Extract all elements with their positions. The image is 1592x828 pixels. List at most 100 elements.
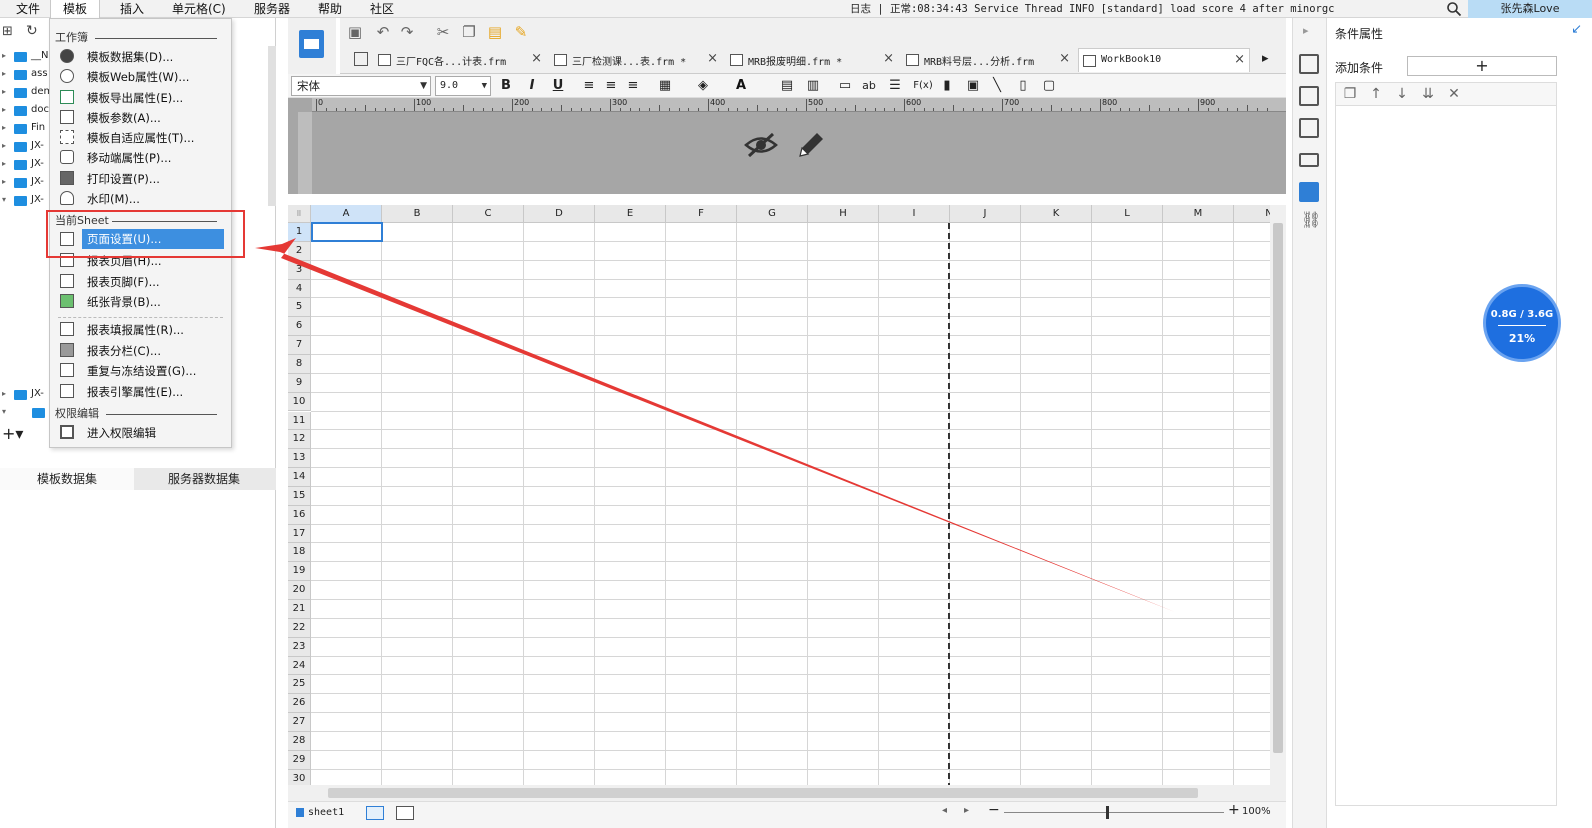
add-condition-button[interactable]: +	[1407, 56, 1557, 76]
grid-icon[interactable]	[354, 52, 368, 66]
border-icon[interactable]: ▦	[656, 77, 674, 95]
menu-report-columns[interactable]: 报表分栏(C)...	[54, 340, 226, 360]
file-tab[interactable]: 三厂检测课...表.frm * ×	[550, 48, 722, 72]
row-header[interactable]: 20	[288, 581, 311, 600]
align-right-icon[interactable]: ≡	[624, 77, 642, 95]
column-header[interactable]: K	[1021, 205, 1092, 223]
fill-color-icon[interactable]: ◈	[694, 77, 712, 95]
row-header[interactable]: 3	[288, 260, 311, 280]
row-header[interactable]: 8	[288, 354, 311, 374]
menu-watermark[interactable]: 水印(M)...	[54, 188, 226, 208]
tree-item[interactable]: ▸ JX-	[0, 174, 50, 192]
row-header[interactable]: 5	[288, 298, 311, 318]
redo-icon[interactable]: ↷	[398, 23, 416, 41]
zoom-in-icon[interactable]: +	[1228, 802, 1240, 818]
scroll-thumb[interactable]	[328, 788, 1198, 798]
cell-attr-icon[interactable]	[1299, 54, 1319, 74]
selected-cell[interactable]	[311, 222, 383, 242]
merge-icon[interactable]: ▤	[778, 77, 796, 95]
tree-item[interactable]: ▸ JX-	[0, 156, 50, 174]
sort-icon[interactable]: ⇊	[1418, 84, 1438, 104]
menu-report-fill[interactable]: 报表填报属性(R)...	[54, 319, 226, 339]
menu-template[interactable]: 模板	[50, 0, 100, 18]
more-icon[interactable]: ▢	[1040, 77, 1058, 95]
zoom-slider[interactable]	[1004, 812, 1224, 813]
format-painter-icon[interactable]: ✎	[512, 23, 530, 41]
tab-template-dataset[interactable]: 模板数据集	[0, 468, 134, 490]
row-header[interactable]: 14	[288, 468, 311, 487]
row-header[interactable]: 4	[288, 279, 311, 299]
row-header[interactable]: 24	[288, 656, 311, 676]
underline-button[interactable]: U	[549, 77, 567, 95]
scroll-right-icon[interactable]: ▸	[964, 805, 969, 816]
menu-template-web[interactable]: 模板Web属性(W)...	[54, 66, 226, 86]
hyperlink-icon[interactable]: ⛓	[1301, 210, 1321, 229]
tree-item[interactable]: ▾	[0, 404, 50, 422]
font-select[interactable]: 宋体 ▼	[291, 76, 431, 96]
tree-item[interactable]: ▸ doc	[0, 102, 50, 120]
save-icon[interactable]: ▣	[346, 23, 364, 41]
row-header[interactable]: 10	[288, 392, 311, 412]
menu-template-params[interactable]: 模板参数(A)...	[54, 107, 226, 127]
close-icon[interactable]: ×	[1234, 52, 1245, 67]
undo-icon[interactable]: ↶	[374, 23, 392, 41]
column-header[interactable]: G	[737, 205, 808, 223]
picture-icon[interactable]: ▣	[964, 77, 982, 95]
row-header[interactable]: 23	[288, 637, 311, 657]
menu-cell[interactable]: 单元格(C)	[164, 0, 234, 18]
tab-server-dataset[interactable]: 服务器数据集	[134, 468, 274, 490]
add-form-sheet-icon[interactable]	[396, 806, 414, 820]
align-center-icon[interactable]: ≡	[602, 77, 620, 95]
column-header[interactable]: A	[311, 205, 382, 223]
horizontal-scrollbar[interactable]	[288, 785, 1286, 801]
paste-icon[interactable]: ▤	[486, 23, 504, 41]
menu-template-export[interactable]: 模板导出属性(E)...	[54, 87, 226, 107]
widget-icon[interactable]: ▯	[1014, 77, 1032, 95]
edit-pencil-icon[interactable]	[796, 130, 826, 160]
row-header[interactable]: 28	[288, 731, 311, 751]
font-size-select[interactable]: 9.0 ▼	[435, 76, 491, 96]
user-name[interactable]: 张先森Love	[1468, 0, 1592, 18]
move-down-icon[interactable]: ↓	[1392, 84, 1412, 104]
column-header[interactable]: C	[453, 205, 524, 223]
close-icon[interactable]: ×	[883, 51, 894, 66]
slash-icon[interactable]: ╲	[988, 77, 1006, 95]
column-header[interactable]: M	[1163, 205, 1234, 223]
close-icon[interactable]: ×	[531, 51, 542, 66]
menu-help[interactable]: 帮助	[310, 0, 350, 18]
tree-item[interactable]: ▸ ass	[0, 66, 50, 84]
row-header[interactable]: 18	[288, 543, 311, 563]
row-header[interactable]: 16	[288, 505, 311, 525]
row-header[interactable]: 12	[288, 430, 311, 450]
delete-icon[interactable]: ✕	[1444, 84, 1464, 104]
menu-print-settings[interactable]: 打印设置(P)...	[54, 168, 226, 188]
tab-menu-icon[interactable]: ▸	[1262, 51, 1269, 66]
copy-icon[interactable]: ❐	[1340, 84, 1360, 104]
condition-list[interactable]	[1335, 106, 1557, 806]
menu-server[interactable]: 服务器	[246, 0, 298, 18]
border-frame-icon[interactable]	[1299, 118, 1319, 138]
add-icon[interactable]: +▾	[2, 424, 23, 443]
tree-scrollbar[interactable]	[268, 46, 276, 206]
row-header[interactable]: 1	[288, 223, 311, 242]
new-folder-icon[interactable]: ⊞	[2, 24, 13, 39]
scroll-left-icon[interactable]: ◂	[942, 805, 947, 816]
tree-item[interactable]: ▸ JX-	[0, 386, 50, 404]
row-header[interactable]: 27	[288, 713, 311, 732]
search-icon[interactable]	[1446, 1, 1462, 17]
row-header[interactable]: 2	[288, 241, 311, 261]
bold-button[interactable]: B	[497, 77, 515, 95]
condition-attr-icon[interactable]	[1299, 182, 1319, 202]
hide-eye-icon[interactable]	[744, 132, 778, 158]
menu-report-footer[interactable]: 报表页脚(F)...	[54, 271, 226, 291]
tree-item[interactable]: ▸ __N	[0, 48, 50, 66]
menu-freeze[interactable]: 重复与冻结设置(G)...	[54, 360, 226, 380]
tree-item[interactable]: ▾ JX-	[0, 192, 50, 210]
text-button[interactable]: ab	[860, 77, 878, 95]
menu-template-adaptive[interactable]: 模板自适应属性(T)...	[54, 127, 226, 147]
unmerge-icon[interactable]: ▥	[804, 77, 822, 95]
row-header[interactable]: 25	[288, 675, 311, 695]
link-icon[interactable]: ▭	[836, 77, 854, 95]
row-header[interactable]: 26	[288, 694, 311, 714]
row-header[interactable]: 19	[288, 562, 311, 582]
